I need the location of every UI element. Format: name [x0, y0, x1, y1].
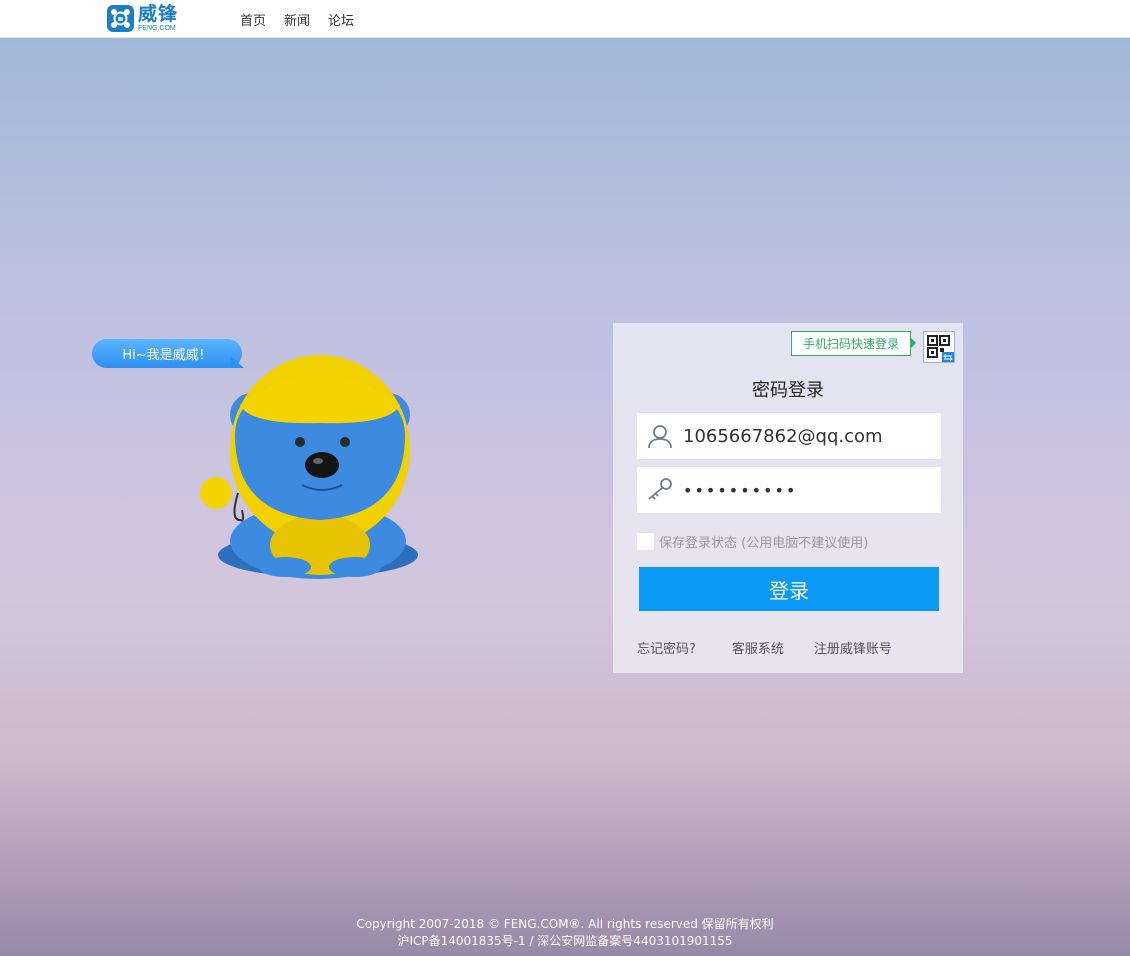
top-bar: 威锋 FENG.COM 首页 新闻 论坛	[0, 0, 1130, 38]
key-icon	[637, 467, 683, 513]
nav-forum[interactable]: 论坛	[328, 10, 354, 29]
lion-mascot-image	[200, 355, 418, 579]
site-logo[interactable]: 威锋 FENG.COM	[107, 3, 183, 33]
username-input[interactable]	[683, 425, 933, 447]
main-nav: 首页 新闻 论坛	[240, 0, 372, 38]
icp-license-text: 沪ICP备14001835号-1 / 深公安网监备案号4403101901155	[397, 934, 733, 948]
user-icon	[637, 413, 683, 459]
qr-login-tip[interactable]: 手机扫码快速登录	[791, 331, 911, 356]
forgot-password-link[interactable]: 忘记密码?	[637, 638, 696, 657]
username-field[interactable]	[637, 413, 941, 459]
login-links: 忘记密码? 客服系统 注册威锋账号	[637, 638, 892, 657]
remember-checkbox[interactable]	[637, 533, 654, 550]
copyright-text: Copyright 2007-2018 © FENG.COM®. All rig…	[356, 917, 774, 931]
nav-home[interactable]: 首页	[240, 10, 266, 29]
remember-login-option[interactable]: 保存登录状态 (公用电脑不建议使用)	[637, 532, 868, 551]
logo-domain: FENG.COM	[138, 24, 176, 32]
password-field[interactable]	[637, 467, 941, 513]
remember-label: 保存登录状态 (公用电脑不建议使用)	[659, 536, 869, 551]
nav-news[interactable]: 新闻	[284, 10, 310, 29]
password-input[interactable]	[683, 480, 933, 500]
qr-tip-arrow	[910, 337, 916, 349]
customer-service-link[interactable]: 客服系统	[732, 638, 784, 657]
login-panel: 手机扫码快速登录 密码登录 1065667862@qq.com ••••••••…	[613, 323, 963, 673]
login-title: 密码登录	[752, 380, 824, 401]
register-link[interactable]: 注册威锋账号	[814, 638, 892, 657]
logo-mark-icon	[107, 4, 134, 32]
qr-code-icon[interactable]	[923, 331, 955, 363]
login-button[interactable]: 登录	[639, 567, 939, 611]
logo-text: 威锋	[138, 2, 179, 25]
footer: Copyright 2007-2018 © FENG.COM®. All rig…	[0, 916, 1130, 950]
